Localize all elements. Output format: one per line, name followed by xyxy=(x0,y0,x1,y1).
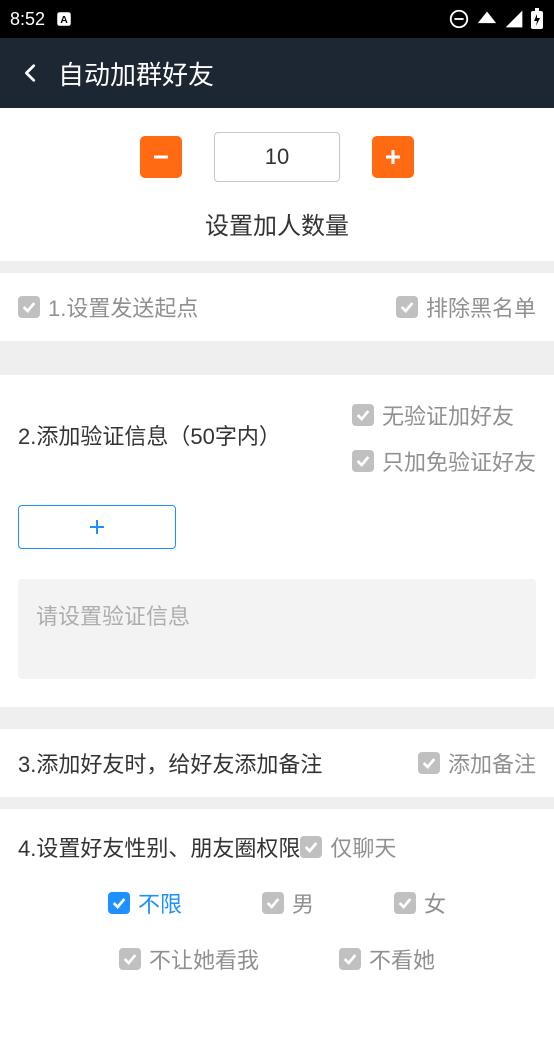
checkbox-icon xyxy=(300,836,322,858)
add-remark-label: 添加备注 xyxy=(448,747,536,779)
decrement-button[interactable] xyxy=(140,136,182,178)
counter-label: 设置加人数量 xyxy=(205,206,349,241)
no-verify-label: 无验证加好友 xyxy=(382,399,514,431)
status-bar: 8:52 A xyxy=(0,0,554,38)
hide-my-check[interactable]: 不让她看我 xyxy=(119,943,259,975)
add-remark-check[interactable]: 添加备注 xyxy=(418,747,536,779)
only-chat-label: 仅聊天 xyxy=(330,831,396,863)
add-verify-button[interactable] xyxy=(18,505,176,549)
gender-any-label: 不限 xyxy=(138,887,182,919)
hide-my-label: 不让她看我 xyxy=(149,943,259,975)
only-no-verify-check[interactable]: 只加免验证好友 xyxy=(352,445,536,477)
only-chat-check[interactable]: 仅聊天 xyxy=(300,831,396,863)
verify-section: 2.添加验证信息（50字内） 无验证加好友 只加免验证好友 请设置验证信息 xyxy=(0,375,554,707)
status-time: 8:52 xyxy=(10,9,45,30)
checkbox-icon xyxy=(352,404,374,426)
gender-title: 4.设置好友性别、朋友圈权限 xyxy=(18,831,300,863)
app-header: 自动加群好友 xyxy=(0,38,554,108)
start-point-label: 1.设置发送起点 xyxy=(48,291,198,323)
checkbox-icon xyxy=(119,948,141,970)
row-gender-privacy: 4.设置好友性别、朋友圈权限 仅聊天 不限 男 女 不让她看我 不看她 xyxy=(0,809,554,1003)
app-badge-icon: A xyxy=(55,10,73,28)
gender-female-check[interactable]: 女 xyxy=(394,887,446,919)
back-button[interactable] xyxy=(14,56,48,90)
row-start-point: 1.设置发送起点 排除黑名单 xyxy=(0,273,554,341)
wifi-icon xyxy=(476,9,498,29)
svg-text:A: A xyxy=(60,14,68,26)
checkbox-icon xyxy=(262,892,284,914)
gender-female-label: 女 xyxy=(424,887,446,919)
checkbox-icon xyxy=(418,752,440,774)
dnd-icon xyxy=(448,8,470,30)
signal-icon xyxy=(504,9,524,29)
checkbox-icon xyxy=(18,296,40,318)
checkbox-icon xyxy=(394,892,416,914)
checkbox-icon xyxy=(396,296,418,318)
only-no-verify-label: 只加免验证好友 xyxy=(382,445,536,477)
blacklist-label: 排除黑名单 xyxy=(426,291,536,323)
gender-male-label: 男 xyxy=(292,887,314,919)
gender-any-check[interactable]: 不限 xyxy=(108,887,182,919)
battery-icon xyxy=(530,8,544,30)
checkbox-icon xyxy=(339,948,361,970)
row-remark: 3.添加好友时，给好友添加备注 添加备注 xyxy=(0,729,554,797)
verify-title: 2.添加验证信息（50字内） xyxy=(18,399,352,451)
verify-textarea[interactable]: 请设置验证信息 xyxy=(18,579,536,679)
blacklist-check[interactable]: 排除黑名单 xyxy=(396,291,536,323)
counter-section: 10 设置加人数量 xyxy=(0,108,554,261)
increment-button[interactable] xyxy=(372,136,414,178)
page-title: 自动加群好友 xyxy=(58,55,214,92)
gender-male-check[interactable]: 男 xyxy=(262,887,314,919)
remark-title: 3.添加好友时，给好友添加备注 xyxy=(18,747,322,779)
hide-her-check[interactable]: 不看她 xyxy=(339,943,435,975)
hide-her-label: 不看她 xyxy=(369,943,435,975)
checkbox-icon xyxy=(108,892,130,914)
count-input[interactable]: 10 xyxy=(214,132,340,182)
checkbox-icon xyxy=(352,450,374,472)
start-point-check[interactable]: 1.设置发送起点 xyxy=(18,291,198,323)
no-verify-check[interactable]: 无验证加好友 xyxy=(352,399,536,431)
